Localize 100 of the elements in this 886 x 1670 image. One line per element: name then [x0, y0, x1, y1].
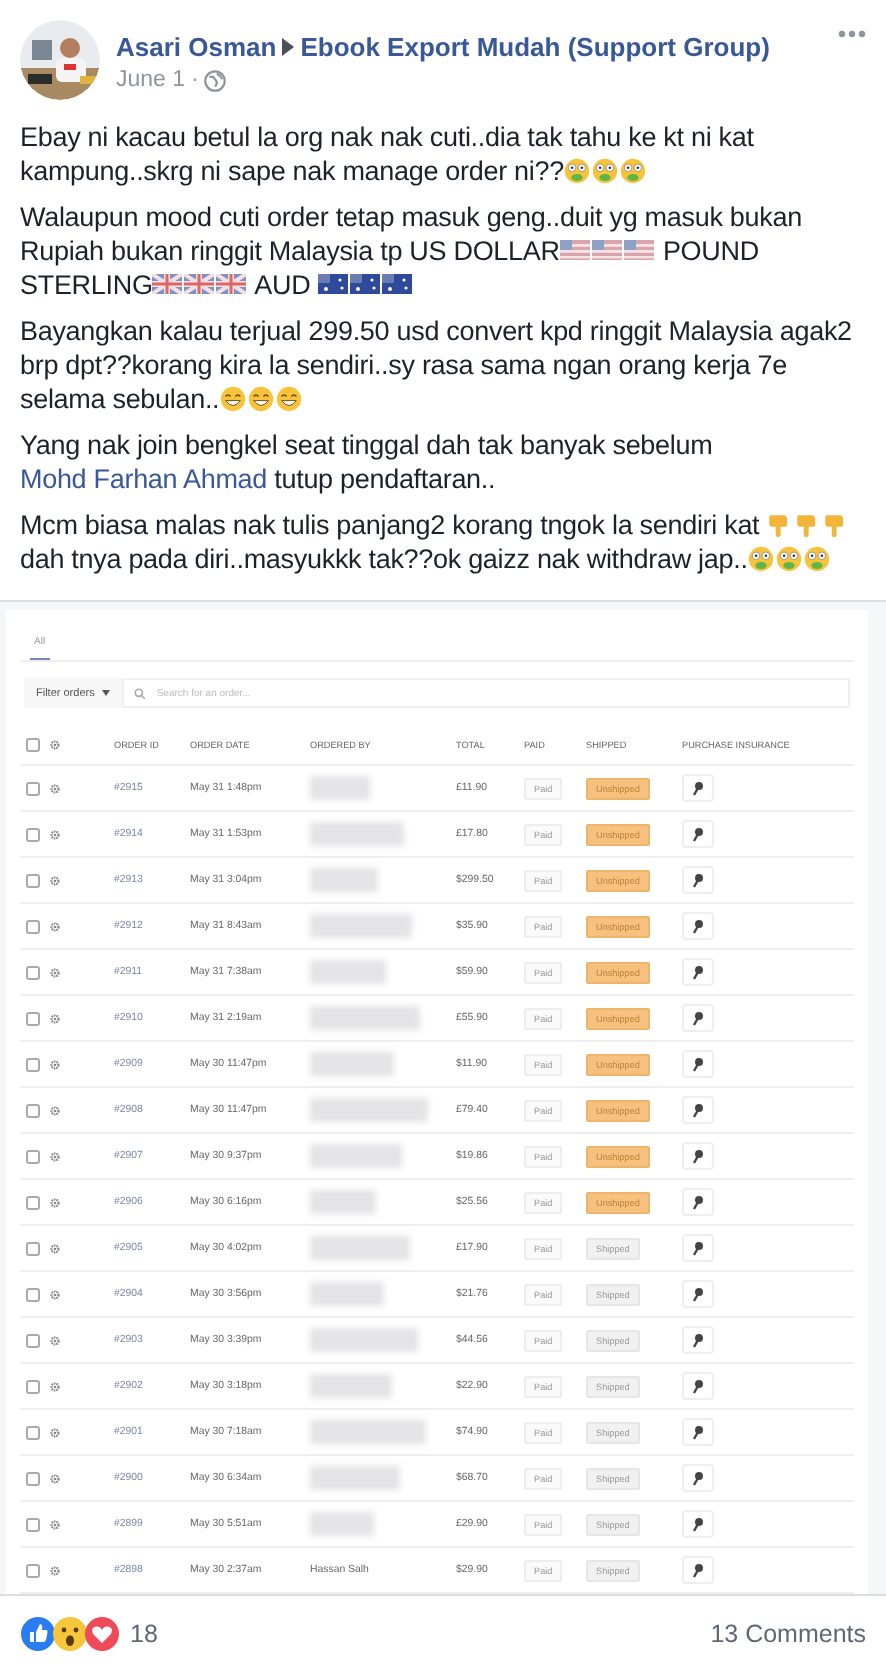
checkbox[interactable]: [26, 965, 40, 979]
key-button[interactable]: [682, 820, 714, 848]
key-icon: [692, 1333, 704, 1347]
flag-icon: [623, 240, 654, 260]
more-options-icon[interactable]: [838, 30, 866, 38]
gear-icon: [50, 1289, 60, 1299]
sick-face-icon: [803, 546, 830, 572]
checkbox[interactable]: [26, 1057, 40, 1071]
checkbox[interactable]: [26, 1103, 40, 1117]
checkbox[interactable]: [26, 1287, 40, 1301]
checkbox[interactable]: [26, 1517, 40, 1531]
profile-link[interactable]: Mohd Farhan Ahmad: [20, 464, 268, 494]
key-button[interactable]: [682, 1188, 714, 1216]
grin-face-icon: [275, 386, 302, 412]
checkbox[interactable]: [26, 1333, 40, 1347]
key-button[interactable]: [682, 958, 714, 986]
gear-icon: [50, 1151, 60, 1161]
post-paragraph: Walaupun mood cuti order tetap masuk geng..duit yg masuk bukan Rupiah bukan ringgit Malaysia tp US DOLLAR POUND STERLING AUD: [20, 200, 804, 302]
gear-icon: [50, 967, 60, 977]
checkbox[interactable]: [26, 1563, 40, 1577]
key-icon: [692, 1563, 704, 1577]
key-button[interactable]: [682, 1096, 714, 1124]
author-name[interactable]: Asari Osman: [116, 32, 277, 62]
gear-icon: [50, 783, 60, 793]
gear-icon: [50, 1243, 60, 1253]
key-button[interactable]: [682, 774, 714, 802]
sick-face-icon: [619, 158, 646, 184]
sick-face-icon: [775, 546, 802, 572]
comments-link[interactable]: 13 Comments: [710, 1619, 866, 1647]
checkbox[interactable]: [26, 1471, 40, 1485]
wow-icon[interactable]: [52, 1615, 88, 1651]
flag-icon: [559, 240, 590, 260]
key-icon: [692, 873, 704, 887]
sick-face-icon: [591, 158, 618, 184]
flag-icon: [349, 274, 380, 294]
caret-icon: [102, 690, 111, 696]
key-button[interactable]: [682, 1510, 714, 1538]
post-paragraph: Mcm biasa malas nak tulis panjang2 korang tngok la sendiri kat dah tnya pada diri..masyukkk tak??ok gaizz nak withdraw jap..: [20, 508, 858, 576]
gear-icon: [50, 1565, 60, 1575]
checkbox[interactable]: [26, 1195, 40, 1209]
key-icon: [692, 1149, 704, 1163]
key-button[interactable]: [682, 866, 714, 894]
separator: ·: [191, 68, 199, 92]
gear-icon: [50, 1381, 60, 1391]
checkbox[interactable]: [26, 781, 40, 795]
key-button[interactable]: [682, 1142, 714, 1170]
key-button[interactable]: [682, 1464, 714, 1492]
flag-icon: [184, 274, 215, 294]
checkbox[interactable]: [26, 1425, 40, 1439]
checkbox[interactable]: [26, 1379, 40, 1393]
like-icon[interactable]: [20, 1615, 56, 1651]
gear-icon: [50, 1197, 60, 1207]
group-name[interactable]: Ebook Export Mudah (Support Group): [300, 32, 770, 62]
gear-icon: [50, 1013, 60, 1023]
flag-icon: [591, 240, 622, 260]
checkbox[interactable]: [26, 827, 40, 841]
key-icon: [692, 1425, 704, 1439]
gear-icon: [50, 875, 60, 885]
key-button[interactable]: [682, 1004, 714, 1032]
key-icon: [692, 1011, 704, 1025]
checkbox[interactable]: [26, 1011, 40, 1025]
gear-icon: [50, 1473, 60, 1483]
key-icon: [692, 1057, 704, 1071]
key-button[interactable]: [682, 1556, 714, 1584]
key-button[interactable]: [682, 1234, 714, 1262]
checkbox[interactable]: [26, 1241, 40, 1255]
sick-face-icon: [563, 158, 590, 184]
grin-face-icon: [247, 386, 274, 412]
sick-face-icon: [747, 546, 774, 572]
key-button[interactable]: [682, 1280, 714, 1308]
key-icon: [692, 781, 704, 795]
key-button[interactable]: [682, 1326, 714, 1354]
post-date[interactable]: June 1: [116, 68, 186, 92]
checkbox[interactable]: [26, 873, 40, 887]
key-icon: [692, 1241, 704, 1255]
love-icon[interactable]: [84, 1615, 120, 1651]
key-icon: [692, 965, 704, 979]
checkbox[interactable]: [26, 919, 40, 933]
flag-icon: [152, 274, 183, 294]
key-icon: [692, 1517, 704, 1531]
grin-face-icon: [219, 386, 246, 412]
key-icon: [692, 919, 704, 933]
post-paragraph: Yang nak join bengkel seat tinggal dah tak banyak sebelum Mohd Farhan Ahmad tutup pendaftaran..: [20, 428, 715, 496]
gear-icon: [50, 829, 60, 839]
key-button[interactable]: [682, 1050, 714, 1078]
key-icon: [692, 827, 704, 841]
key-button[interactable]: [682, 1372, 714, 1400]
checkbox[interactable]: [26, 1149, 40, 1163]
post-paragraph: Ebay ni kacau betul la org nak nak cuti..dia tak tahu ke kt ni kat kampung..skrg ni sape nak manage order ni??: [20, 120, 756, 188]
key-button[interactable]: [682, 1418, 714, 1446]
key-button[interactable]: [682, 912, 714, 940]
key-icon: [692, 1195, 704, 1209]
search-icon: [134, 687, 147, 699]
pointing-down-hand-icon: [794, 512, 821, 538]
checkbox[interactable]: [26, 737, 40, 751]
gear-icon: [50, 1059, 60, 1069]
flag-icon: [381, 274, 412, 294]
key-icon: [692, 1287, 704, 1301]
pointing-down-hand-icon: [822, 512, 849, 538]
reaction-count[interactable]: 18: [130, 1619, 158, 1647]
